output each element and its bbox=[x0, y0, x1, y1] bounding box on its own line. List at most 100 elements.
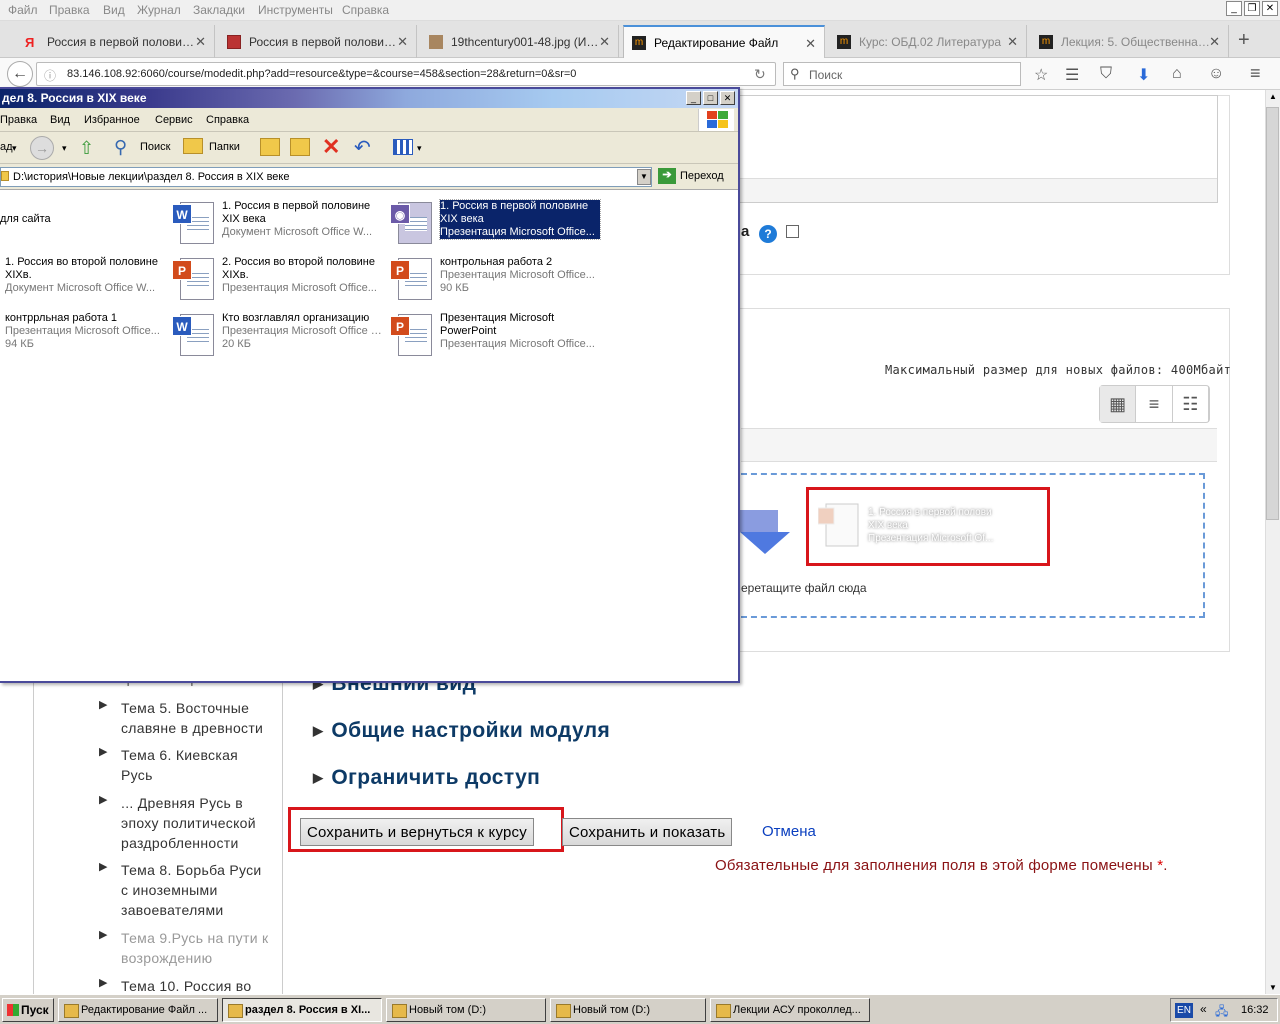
tree-view-icon[interactable]: ☷ bbox=[1173, 386, 1209, 422]
collapsed-arrow-icon[interactable]: ▶ bbox=[99, 698, 107, 711]
maximize-icon[interactable]: □ bbox=[703, 91, 718, 105]
undo-icon[interactable]: ↶ bbox=[354, 135, 371, 160]
tab-close-icon[interactable]: ✕ bbox=[805, 36, 816, 52]
taskbar-item-firefox[interactable]: Редактирование Файл ... bbox=[58, 998, 218, 1022]
reader-list-icon[interactable]: ☰ bbox=[1065, 65, 1079, 85]
tab-close-icon[interactable]: ✕ bbox=[195, 34, 206, 50]
nav-item-topic10[interactable]: Тема 10. Россия во bbox=[121, 976, 271, 994]
tab-close-icon[interactable]: ✕ bbox=[599, 34, 610, 50]
home-icon[interactable]: ⌂ bbox=[1172, 65, 1182, 83]
tab-3[interactable]: 19thcentury001-48.jpg (Из... ✕ bbox=[421, 25, 619, 58]
info-icon[interactable]: ⓘ bbox=[44, 67, 56, 84]
close-icon[interactable]: ✕ bbox=[1262, 1, 1278, 16]
tab-active-edit-file[interactable]: m Редактирование Файл ✕ bbox=[623, 25, 825, 58]
scroll-down-icon[interactable]: ▼ bbox=[1269, 983, 1277, 992]
folder-up-icon[interactable]: ⇧ bbox=[79, 138, 94, 159]
cancel-link[interactable]: Отмена bbox=[762, 823, 816, 840]
description-textarea[interactable] bbox=[738, 95, 1218, 203]
address-input[interactable]: D:\история\Новые лекции\раздел 8. Россия… bbox=[0, 167, 652, 187]
tab-2[interactable]: Россия в первой половине... ✕ bbox=[219, 25, 417, 58]
search-icon[interactable]: ⚲ bbox=[114, 137, 127, 158]
collapsed-arrow-icon[interactable]: ▶ bbox=[99, 928, 107, 941]
section-restrict-access[interactable]: ▶ Ограничить доступ bbox=[313, 766, 540, 790]
language-indicator[interactable]: EN bbox=[1175, 1003, 1193, 1018]
section-common-module-settings[interactable]: ▶ Общие настройки модуля bbox=[313, 719, 610, 743]
save-and-display-button[interactable]: Сохранить и показать bbox=[562, 818, 733, 846]
scrollbar-thumb[interactable] bbox=[1266, 107, 1279, 520]
go-button[interactable]: ➔ Переход bbox=[658, 168, 724, 184]
collapsed-arrow-icon[interactable]: ▶ bbox=[99, 860, 107, 873]
taskbar-item-drive-1[interactable]: Новый том (D:) bbox=[386, 998, 546, 1022]
address-dropdown-icon[interactable]: ▼ bbox=[637, 169, 651, 185]
file-item[interactable]: P контрольная работа 2 Презентация Micros… bbox=[390, 256, 605, 308]
folders-button[interactable]: Папки bbox=[209, 141, 240, 153]
move-to-icon[interactable] bbox=[260, 138, 280, 156]
chat-icon[interactable]: ☺ bbox=[1208, 65, 1224, 83]
menu-edit[interactable]: Правка bbox=[49, 3, 90, 17]
dropdown-arrow-icon[interactable]: ▾ bbox=[12, 143, 17, 154]
explorer-menu-favorites[interactable]: Избранное bbox=[84, 114, 140, 126]
explorer-menu-edit[interactable]: Правка bbox=[0, 114, 37, 126]
menu-help[interactable]: Справка bbox=[342, 3, 389, 17]
views-icon[interactable] bbox=[393, 139, 413, 155]
collapsed-arrow-icon[interactable]: ▶ bbox=[99, 793, 107, 806]
dropdown-arrow-icon[interactable]: ▾ bbox=[417, 143, 422, 154]
taskbar-item-drive-2[interactable]: Новый том (D:) bbox=[550, 998, 706, 1022]
file-item[interactable]: P Презентация Microsoft PowerPoint Презен… bbox=[390, 312, 605, 364]
taskbar-item-explorer-active[interactable]: раздел 8. Россия в XI... bbox=[222, 998, 382, 1022]
nav-item-topic6[interactable]: Тема 6. Киевская Русь bbox=[121, 745, 271, 785]
explorer-menu-help[interactable]: Справка bbox=[206, 114, 249, 126]
minimize-icon[interactable]: _ bbox=[1226, 1, 1242, 16]
file-item-selected[interactable]: ◉ 1. Россия в первой половине XIX века Пр… bbox=[390, 199, 605, 252]
copy-to-icon[interactable] bbox=[290, 138, 310, 156]
tab-close-icon[interactable]: ✕ bbox=[397, 34, 408, 50]
explorer-menu-tools[interactable]: Сервис bbox=[155, 114, 193, 126]
file-item[interactable]: контррльная работа 1 Презентация Microsof… bbox=[0, 312, 170, 364]
folders-icon[interactable] bbox=[183, 138, 203, 154]
hamburger-menu-icon[interactable]: ≡ bbox=[1250, 63, 1261, 84]
help-icon[interactable]: ? bbox=[759, 225, 777, 243]
forward-icon[interactable]: → bbox=[30, 136, 54, 160]
nav-item-topic8[interactable]: Тема 8. Борьба Руси с иноземными завоева… bbox=[121, 860, 271, 920]
back-button[interactable]: ← bbox=[7, 61, 33, 87]
dropdown-arrow-icon[interactable]: ▾ bbox=[62, 143, 67, 154]
tab-close-icon[interactable]: ✕ bbox=[1007, 34, 1018, 50]
download-icon[interactable]: ⬇ bbox=[1137, 65, 1150, 85]
file-item[interactable]: W 1. Россия в первой половине XIX века До… bbox=[172, 200, 387, 252]
minimize-icon[interactable]: _ bbox=[686, 91, 701, 105]
menu-tools[interactable]: Инструменты bbox=[258, 3, 333, 17]
explorer-menu-view[interactable]: Вид bbox=[50, 114, 70, 126]
reload-icon[interactable]: ↻ bbox=[754, 66, 766, 83]
scroll-up-icon[interactable]: ▲ bbox=[1269, 92, 1277, 101]
bookmark-star-icon[interactable]: ☆ bbox=[1034, 65, 1048, 85]
search-button[interactable]: Поиск bbox=[140, 141, 170, 153]
menu-file[interactable]: Файл bbox=[8, 3, 38, 17]
url-bar[interactable]: ⓘ 83.146.108.92:6060/course/modedit.php?… bbox=[36, 62, 776, 86]
tray-expand-icon[interactable]: « bbox=[1200, 1002, 1207, 1016]
display-description-checkbox[interactable] bbox=[786, 225, 799, 238]
menu-history[interactable]: Журнал bbox=[137, 3, 181, 17]
nav-item-topic7[interactable]: ... Древняя Русь в эпоху политической ра… bbox=[121, 793, 271, 853]
search-input[interactable]: ⚲ Поиск bbox=[783, 62, 1021, 86]
collapsed-arrow-icon[interactable]: ▶ bbox=[99, 745, 107, 758]
file-item[interactable]: P 2. Россия во второй половине XIXв. През… bbox=[172, 256, 387, 308]
tab-5[interactable]: m Курс: ОБД.02 Литература ✕ bbox=[829, 25, 1027, 58]
nav-item-topic9[interactable]: Тема 9.Русь на пути к возрождению bbox=[121, 928, 271, 968]
save-and-return-button[interactable]: Сохранить и вернуться к курсу bbox=[300, 818, 534, 846]
list-view-icon[interactable]: ≡ bbox=[1136, 386, 1173, 422]
collapsed-arrow-icon[interactable]: ▶ bbox=[99, 976, 107, 989]
restore-icon[interactable]: ❐ bbox=[1244, 1, 1260, 16]
file-item[interactable]: для сайта bbox=[0, 200, 165, 252]
taskbar-item-word[interactable]: Лекции АСУ проколлед... bbox=[710, 998, 870, 1022]
file-item[interactable]: 1. Россия во второй половине XIXв. Докуме… bbox=[0, 256, 170, 308]
new-tab-icon[interactable]: + bbox=[1238, 29, 1250, 52]
file-item[interactable]: W Кто возглавлял организацию Презентация … bbox=[172, 312, 387, 364]
menu-view[interactable]: Вид bbox=[103, 3, 125, 17]
grid-view-icon[interactable]: ▦ bbox=[1100, 386, 1137, 422]
close-icon[interactable]: ✕ bbox=[720, 91, 735, 105]
pocket-icon[interactable]: ⛉ bbox=[1100, 65, 1112, 83]
back-button[interactable]: ад bbox=[0, 141, 13, 153]
delete-icon[interactable]: ✕ bbox=[322, 134, 340, 160]
network-icon[interactable]: 🖧 bbox=[1215, 1002, 1228, 1023]
tab-6[interactable]: m Лекция: 5. Общественная... ✕ bbox=[1031, 25, 1229, 58]
